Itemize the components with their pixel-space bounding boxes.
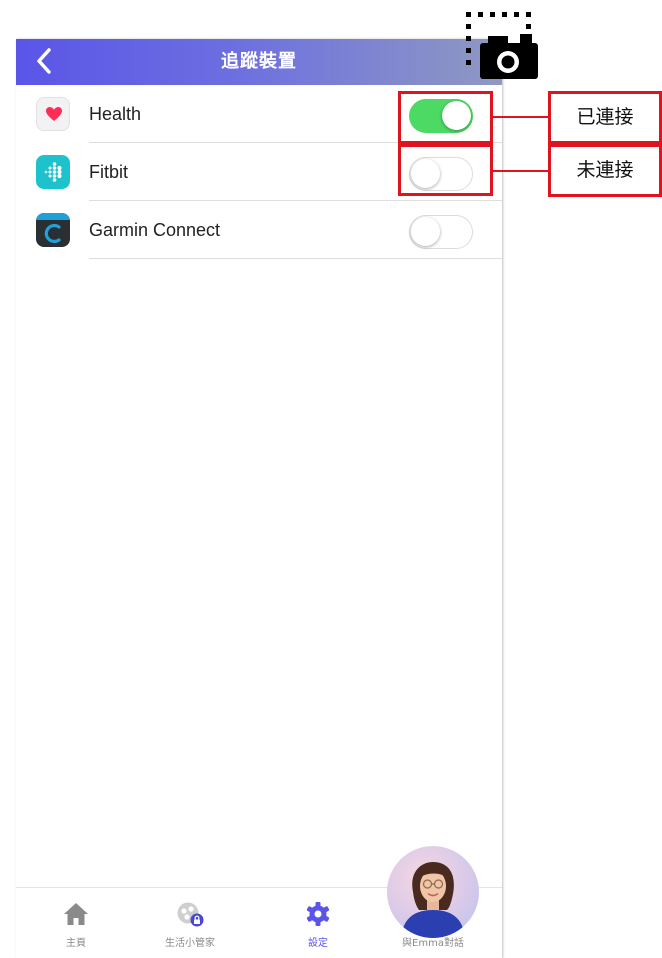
fitbit-icon [36,155,70,189]
tab-settings[interactable]: 設定 [278,888,358,958]
annotation-line [493,170,550,172]
tab-label: 主頁 [66,938,86,949]
home-icon [64,903,88,925]
tab-label: 設定 [308,938,328,949]
annotation-line [493,116,550,118]
garmin-toggle[interactable] [409,215,473,249]
emma-avatar[interactable] [387,846,479,938]
tab-label: 生活小管家 [165,938,215,949]
device-name: Fitbit [89,162,129,182]
tab-life-helper[interactable]: 生活小管家 [150,888,230,958]
annotation-label-connected: 已連接 [548,91,662,144]
garmin-connect-icon [36,213,70,247]
row-divider [89,258,502,259]
device-name: Health [89,104,142,124]
gear-icon [306,902,330,926]
apple-health-icon [36,97,70,131]
screenshot-camera-icon [466,12,538,79]
locked-helper-icon [177,902,204,927]
navigation-bar: 追蹤裝置 [16,39,502,85]
tab-home[interactable]: 主頁 [36,888,116,958]
device-name: Garmin Connect [89,220,221,240]
annotation-box-not-connected [398,144,493,196]
annotation-box-connected [398,91,493,144]
page-title: 追蹤裝置 [221,51,297,72]
toggle-knob [411,217,440,246]
annotation-label-not-connected: 未連接 [548,144,662,197]
device-row-garmin: Garmin Connect [16,201,502,259]
